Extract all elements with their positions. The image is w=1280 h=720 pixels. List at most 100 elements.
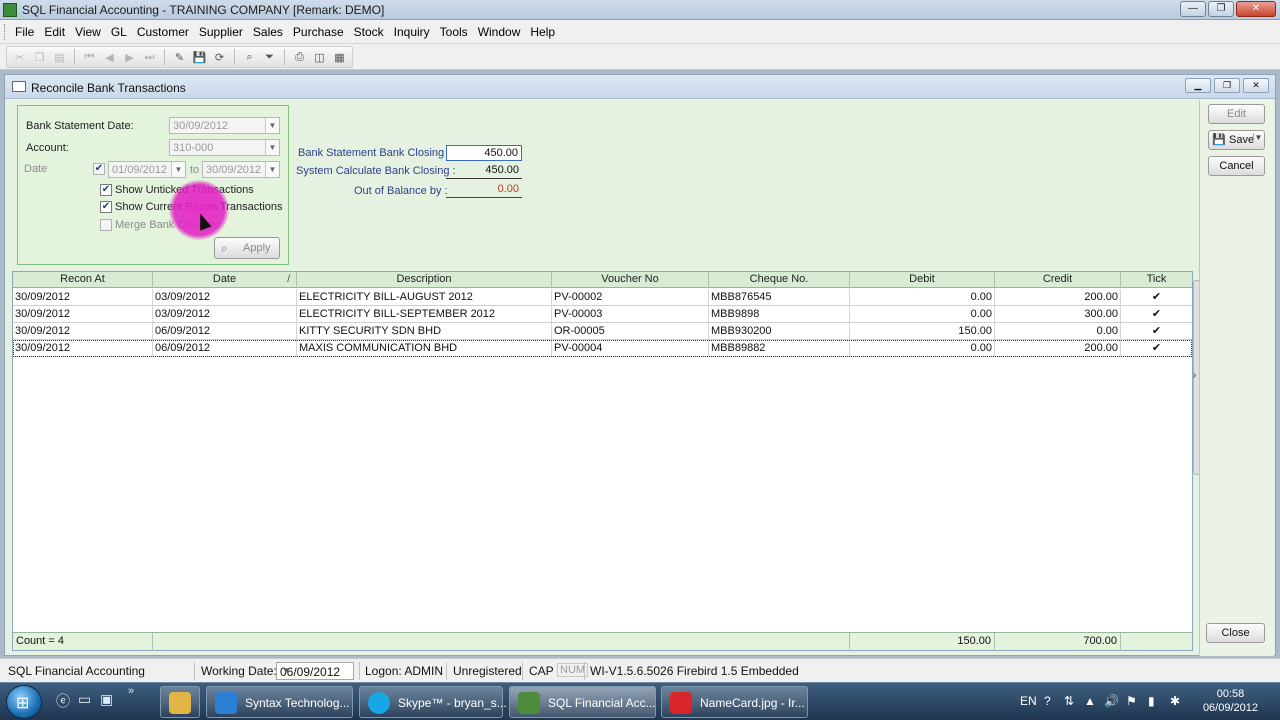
menu-gl[interactable]: GL <box>108 25 134 39</box>
column-header-voucher-no[interactable]: Voucher No <box>552 272 709 288</box>
tray-app-icon[interactable]: ✱ <box>1170 694 1180 708</box>
column-header-tick[interactable]: Tick <box>1121 272 1192 288</box>
table-row[interactable]: 30/09/2012 03/09/2012 ELECTRICITY BILL-S… <box>13 306 1192 323</box>
menu-purchase[interactable]: Purchase <box>290 25 351 39</box>
menu-stock[interactable]: Stock <box>351 25 391 39</box>
toolbar-strip: ✂ ❐ ▤ ⏮ ◀ ▶ ⏭ ✎ 💾 ⟳ ⌕ ⏷ ⎙ ◫ ▦ <box>6 46 353 68</box>
chevron-down-icon[interactable]: ▼ <box>280 663 292 679</box>
power-icon[interactable]: ▮ <box>1148 694 1155 708</box>
menu-supplier[interactable]: Supplier <box>196 25 250 39</box>
show-current-recon-checkbox[interactable]: ✔ <box>100 201 112 213</box>
help-icon[interactable]: ? <box>1044 694 1051 708</box>
column-header-date[interactable]: Date / <box>153 272 297 288</box>
table-row-selected[interactable]: 30/09/2012 06/09/2012 MAXIS COMMUNICATIO… <box>13 340 1192 357</box>
language-indicator[interactable]: EN <box>1020 694 1037 708</box>
menu-edit[interactable]: Edit <box>41 25 72 39</box>
action-center-icon[interactable]: ⚑ <box>1126 694 1137 708</box>
switch-windows-icon[interactable]: ▣ <box>100 691 113 708</box>
print-icon[interactable]: ⎙ <box>291 49 308 66</box>
tick-checkbox[interactable]: ✔ <box>1121 340 1192 357</box>
child-minimize-button[interactable]: ▁ <box>1185 78 1211 93</box>
chevron-right-icon[interactable]: › <box>1193 370 1196 381</box>
preview-icon[interactable]: ◫ <box>311 49 328 66</box>
cell-date: 06/09/2012 <box>153 323 297 340</box>
edit-icon[interactable]: ✎ <box>171 49 188 66</box>
chevron-down-icon[interactable]: ▼ <box>265 140 279 155</box>
date-to-combo[interactable]: 30/09/2012 ▼ <box>202 161 280 178</box>
date-filter-checkbox[interactable]: ✔ <box>93 163 105 175</box>
cell-cheque-no: MBB89882 <box>709 340 850 357</box>
next-record-icon[interactable]: ▶ <box>121 49 138 66</box>
chevron-down-icon[interactable]: ▼ <box>171 162 185 177</box>
cut-icon[interactable]: ✂ <box>11 49 28 66</box>
cell-credit: 200.00 <box>995 289 1121 306</box>
first-record-icon[interactable]: ⏮ <box>81 49 98 66</box>
chevron-down-icon[interactable]: ▼ <box>265 162 279 177</box>
bank-closing-input[interactable]: 450.00 <box>446 145 522 161</box>
taskbar-sql-accounting[interactable]: SQL Financial Acc... <box>509 686 656 718</box>
menu-tools[interactable]: Tools <box>437 25 475 39</box>
child-close-button[interactable]: ✕ <box>1243 78 1269 93</box>
start-button[interactable]: ⊞ <box>6 685 42 719</box>
volume-icon[interactable]: 🔊 <box>1104 694 1119 708</box>
tick-checkbox[interactable]: ✔ <box>1121 306 1192 323</box>
child-restore-button[interactable]: ❐ <box>1214 78 1240 93</box>
menu-window[interactable]: Window <box>475 25 528 39</box>
quicklaunch-overflow-icon[interactable]: » <box>128 685 134 697</box>
maximize-button[interactable]: ❐ <box>1208 1 1234 17</box>
close-form-button[interactable]: Close <box>1206 623 1265 643</box>
cancel-button[interactable]: Cancel <box>1208 156 1265 176</box>
design-icon[interactable]: ▦ <box>331 49 348 66</box>
cell-voucher-no: PV-00002 <box>552 289 709 306</box>
menu-sales[interactable]: Sales <box>250 25 290 39</box>
taskbar-ie[interactable]: Syntax Technolog... <box>206 686 353 718</box>
date-from-combo[interactable]: 01/09/2012 ▼ <box>108 161 186 178</box>
ie-quicklaunch-icon[interactable]: ⓔ <box>56 691 70 711</box>
show-hidden-icons-icon[interactable]: ▲ <box>1084 694 1096 708</box>
merge-bank-charges-checkbox[interactable] <box>100 219 112 231</box>
taskbar-skype[interactable]: Skype™ - bryan_s... <box>359 686 507 718</box>
edit-button[interactable]: Edit <box>1208 104 1265 124</box>
footer-spacer <box>153 633 850 651</box>
filter-icon[interactable]: ⏷ <box>261 49 278 66</box>
desktop-quicklaunch-icon[interactable]: ▭ <box>78 691 91 708</box>
find-icon[interactable]: ⌕ <box>241 49 258 66</box>
taskbar-clock[interactable]: 00:58 06/09/2012 <box>1203 687 1258 715</box>
menu-inquiry[interactable]: Inquiry <box>391 25 437 39</box>
chevron-down-icon[interactable]: ▼ <box>1253 133 1263 142</box>
save-button[interactable]: 💾 Save ▼ <box>1208 130 1265 150</box>
menu-customer[interactable]: Customer <box>134 25 196 39</box>
column-header-recon-at[interactable]: Recon At <box>13 272 153 288</box>
statement-date-combo[interactable]: 30/09/2012 ▼ <box>169 117 280 134</box>
close-button[interactable]: ✕ <box>1236 1 1276 17</box>
column-header-credit[interactable]: Credit <box>995 272 1121 288</box>
prior-record-icon[interactable]: ◀ <box>101 49 118 66</box>
menu-file[interactable]: File <box>12 25 41 39</box>
column-header-debit[interactable]: Debit <box>850 272 995 288</box>
copy-icon[interactable]: ❐ <box>31 49 48 66</box>
table-row[interactable]: 30/09/2012 06/09/2012 KITTY SECURITY SDN… <box>13 323 1192 340</box>
paste-icon[interactable]: ▤ <box>51 49 68 66</box>
column-header-cheque-no[interactable]: Cheque No. <box>709 272 850 288</box>
apply-button[interactable]: ⌕ Apply <box>214 237 280 259</box>
taskbar-explorer[interactable] <box>160 686 200 718</box>
table-row[interactable]: 30/09/2012 03/09/2012 ELECTRICITY BILL-A… <box>13 289 1192 306</box>
action-rail: Edit 💾 Save ▼ Cancel Close <box>1199 100 1274 656</box>
column-header-description[interactable]: Description <box>297 272 552 288</box>
menu-view[interactable]: View <box>72 25 108 39</box>
app-titlebar: SQL Financial Accounting - TRAINING COMP… <box>0 0 1280 20</box>
working-date-combo[interactable]: 06/09/2012 ▼ <box>276 662 354 680</box>
show-unticked-checkbox[interactable]: ✔ <box>100 184 112 196</box>
reconcile-titlebar: Reconcile Bank Transactions ▁ ❐ ✕ <box>5 75 1275 99</box>
tick-checkbox[interactable]: ✔ <box>1121 323 1192 340</box>
refresh-icon[interactable]: ⟳ <box>211 49 228 66</box>
minimize-button[interactable]: — <box>1180 1 1206 17</box>
account-combo[interactable]: 310-000 ▼ <box>169 139 280 156</box>
save-icon[interactable]: 💾 <box>191 49 208 66</box>
chevron-down-icon[interactable]: ▼ <box>265 118 279 133</box>
tick-checkbox[interactable]: ✔ <box>1121 289 1192 306</box>
network-status-icon[interactable]: ⇅ <box>1064 694 1074 708</box>
menu-help[interactable]: Help <box>527 25 562 39</box>
last-record-icon[interactable]: ⏭ <box>141 49 158 66</box>
taskbar-irfanview[interactable]: NameCard.jpg - Ir... <box>661 686 808 718</box>
